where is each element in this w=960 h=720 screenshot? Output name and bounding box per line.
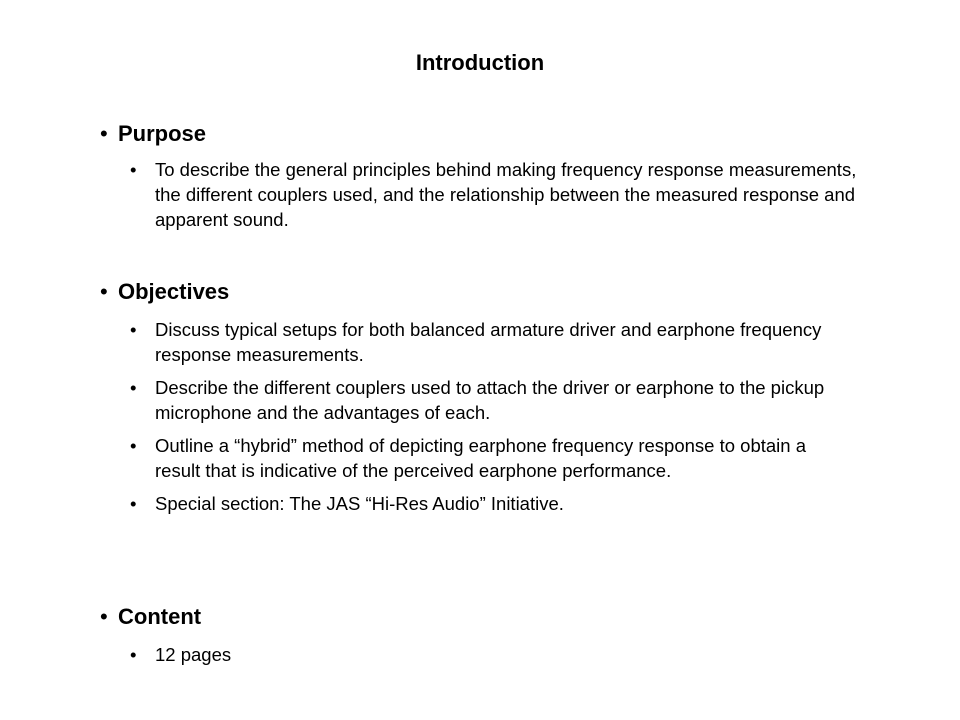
section-heading: • Objectives (100, 279, 880, 305)
item-text: Outline a “hybrid” method of depicting e… (155, 435, 806, 481)
bullet-icon: • (130, 377, 137, 398)
slide-title: Introduction (415, 50, 545, 75)
section-content: • Content • 12 pages (100, 604, 880, 667)
bullet-icon: • (100, 604, 108, 629)
list-item: • Outline a “hybrid” method of depicting… (100, 433, 845, 483)
heading-text: Objectives (118, 279, 230, 304)
section-objectives: • Objectives • Discuss typical setups fo… (100, 279, 880, 516)
item-text: Special section: The JAS “Hi-Res Audio” … (155, 493, 564, 514)
section-purpose: • Purpose • To describe the general prin… (100, 121, 880, 232)
heading-text: Content (118, 604, 202, 629)
item-text: To describe the general principles behin… (155, 159, 857, 230)
list-item: • To describe the general principles beh… (100, 157, 875, 232)
heading-text: Purpose (118, 121, 207, 146)
section-heading: • Purpose (100, 121, 880, 147)
bullet-icon: • (100, 279, 108, 304)
list-item: • 12 pages (100, 642, 880, 667)
bullet-icon: • (130, 159, 137, 180)
bullet-icon: • (130, 493, 137, 514)
section-heading: • Content (100, 604, 880, 630)
list-item: • Special section: The JAS “Hi-Res Audio… (100, 491, 875, 516)
item-text: Discuss typical setups for both balanced… (155, 319, 822, 365)
list-item: • Discuss typical setups for both balanc… (100, 317, 835, 367)
bullet-icon: • (130, 435, 137, 456)
bullet-icon: • (130, 319, 137, 340)
bullet-icon: • (130, 644, 137, 665)
item-text: 12 pages (155, 644, 232, 665)
bullet-icon: • (100, 121, 108, 146)
item-text: Describe the different couplers used to … (155, 377, 825, 423)
list-item: • Describe the different couplers used t… (100, 375, 885, 425)
